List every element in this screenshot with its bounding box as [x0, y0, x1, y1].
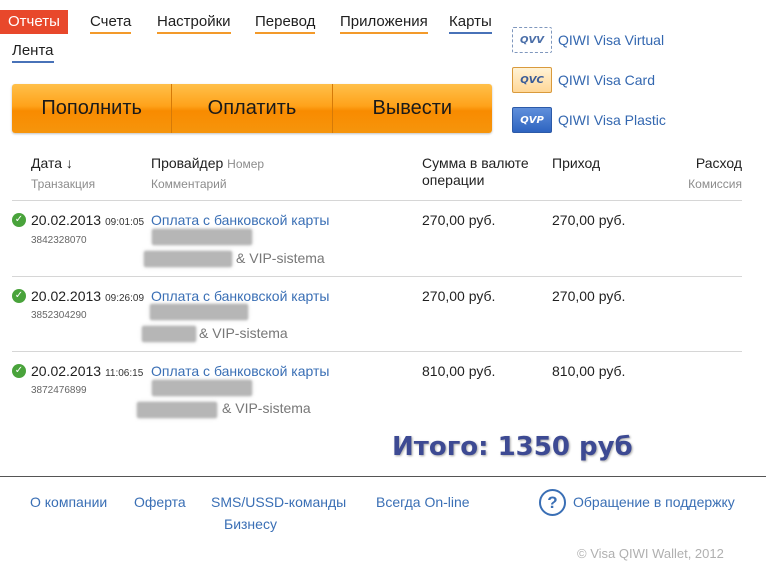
redacted-comment	[142, 326, 196, 342]
business-link[interactable]: Бизнесу	[224, 516, 277, 532]
top-up-button[interactable]: Пополнить	[12, 84, 173, 133]
qvv-card-icon: QVV	[512, 27, 552, 53]
payment-link[interactable]: Оплата с банковской карты	[151, 288, 329, 304]
total-amount: Итого: 1350 руб	[392, 432, 633, 462]
payment-link[interactable]: Оплата с банковской карты	[151, 363, 329, 379]
time-value: 09:26:09	[105, 293, 145, 304]
transaction-id: 3842328070	[31, 235, 87, 246]
offer-link[interactable]: Оферта	[134, 494, 186, 510]
income-value: 810,00 руб.	[552, 363, 626, 379]
tab-settings[interactable]: Настройки	[157, 13, 231, 34]
sms-ussd-link[interactable]: SMS/USSD-команды	[211, 494, 346, 510]
number-subheader: Номер	[227, 157, 265, 171]
payment-link[interactable]: Оплата с банковской карты	[151, 212, 329, 228]
checkmark-icon: ✓	[12, 289, 26, 303]
tab-apps[interactable]: Приложения	[340, 13, 428, 34]
card-label: QIWI Visa Card	[558, 72, 655, 88]
withdraw-button[interactable]: Вывести	[332, 84, 492, 133]
row-date: 20.02.2013 09:01:05	[31, 212, 144, 228]
always-online-link[interactable]: Всегда On-line	[376, 494, 470, 510]
tab-cards[interactable]: Карты	[449, 13, 492, 34]
provider-header: Провайдер Номер	[151, 155, 264, 173]
redacted-number	[152, 380, 252, 396]
qiwi-visa-card-link[interactable]: QVC QIWI Visa Card	[512, 67, 655, 93]
amount-value: 270,00 руб.	[422, 212, 496, 228]
copyright-text: © Visa QIWI Wallet, 2012	[577, 546, 724, 561]
amount-value: 810,00 руб.	[422, 363, 496, 379]
transaction-subheader: Транзакция	[31, 177, 96, 191]
qvp-card-icon: QVP	[512, 107, 552, 133]
support-link[interactable]: Обращение в поддержку	[573, 494, 735, 510]
provider-name: & VIP-sistema	[199, 325, 288, 341]
provider-name: & VIP-sistema	[236, 250, 325, 266]
income-header: Приход	[552, 155, 601, 171]
row-divider	[12, 200, 742, 201]
checkmark-icon: ✓	[12, 364, 26, 378]
qiwi-visa-plastic-link[interactable]: QVP QIWI Visa Plastic	[512, 107, 666, 133]
amount-value: 270,00 руб.	[422, 288, 496, 304]
income-value: 270,00 руб.	[552, 288, 626, 304]
date-value: 20.02.2013	[31, 288, 102, 304]
pay-button[interactable]: Оплатить	[172, 84, 333, 133]
row-divider	[12, 276, 742, 277]
qvc-card-icon: QVC	[512, 67, 552, 93]
comment-subheader: Комментарий	[151, 177, 227, 191]
date-sort-header[interactable]: Дата ↓	[31, 155, 73, 172]
amount-header-line2: операции	[422, 172, 485, 188]
provider-header-label: Провайдер	[151, 155, 224, 171]
income-value: 270,00 руб.	[552, 212, 626, 228]
tab-accounts[interactable]: Счета	[90, 13, 132, 34]
amount-header: Сумма в валюте операции	[422, 155, 529, 189]
tab-feed[interactable]: Лента	[12, 42, 54, 63]
time-value: 11:06:15	[105, 368, 144, 379]
checkmark-icon: ✓	[12, 213, 26, 227]
transaction-id: 3852304290	[31, 310, 87, 321]
about-link[interactable]: О компании	[30, 494, 107, 510]
redacted-number	[150, 304, 248, 320]
card-label: QIWI Visa Plastic	[558, 112, 666, 128]
expense-header: Расход	[695, 155, 742, 171]
transaction-id: 3872476899	[31, 385, 87, 396]
tab-reports[interactable]: Отчеты	[0, 10, 68, 34]
date-value: 20.02.2013	[31, 212, 102, 228]
commission-subheader: Комиссия	[688, 177, 742, 191]
tab-transfer[interactable]: Перевод	[255, 13, 316, 34]
qiwi-visa-virtual-link[interactable]: QVV QIWI Visa Virtual	[512, 27, 664, 53]
date-value: 20.02.2013	[31, 363, 102, 379]
provider-name: & VIP-sistema	[222, 400, 311, 416]
row-date: 20.02.2013 09:26:09	[31, 288, 144, 304]
redacted-number	[152, 229, 252, 245]
redacted-comment	[137, 402, 217, 418]
amount-header-line1: Сумма в валюте	[422, 155, 529, 171]
row-date: 20.02.2013 11:06:15	[31, 363, 143, 379]
row-divider	[12, 351, 742, 352]
action-bar: Пополнить Оплатить Вывести	[12, 84, 492, 133]
time-value: 09:01:05	[105, 217, 145, 228]
help-icon[interactable]: ?	[539, 489, 566, 516]
card-label: QIWI Visa Virtual	[558, 32, 665, 48]
redacted-comment	[144, 251, 232, 267]
footer-divider	[0, 476, 766, 477]
